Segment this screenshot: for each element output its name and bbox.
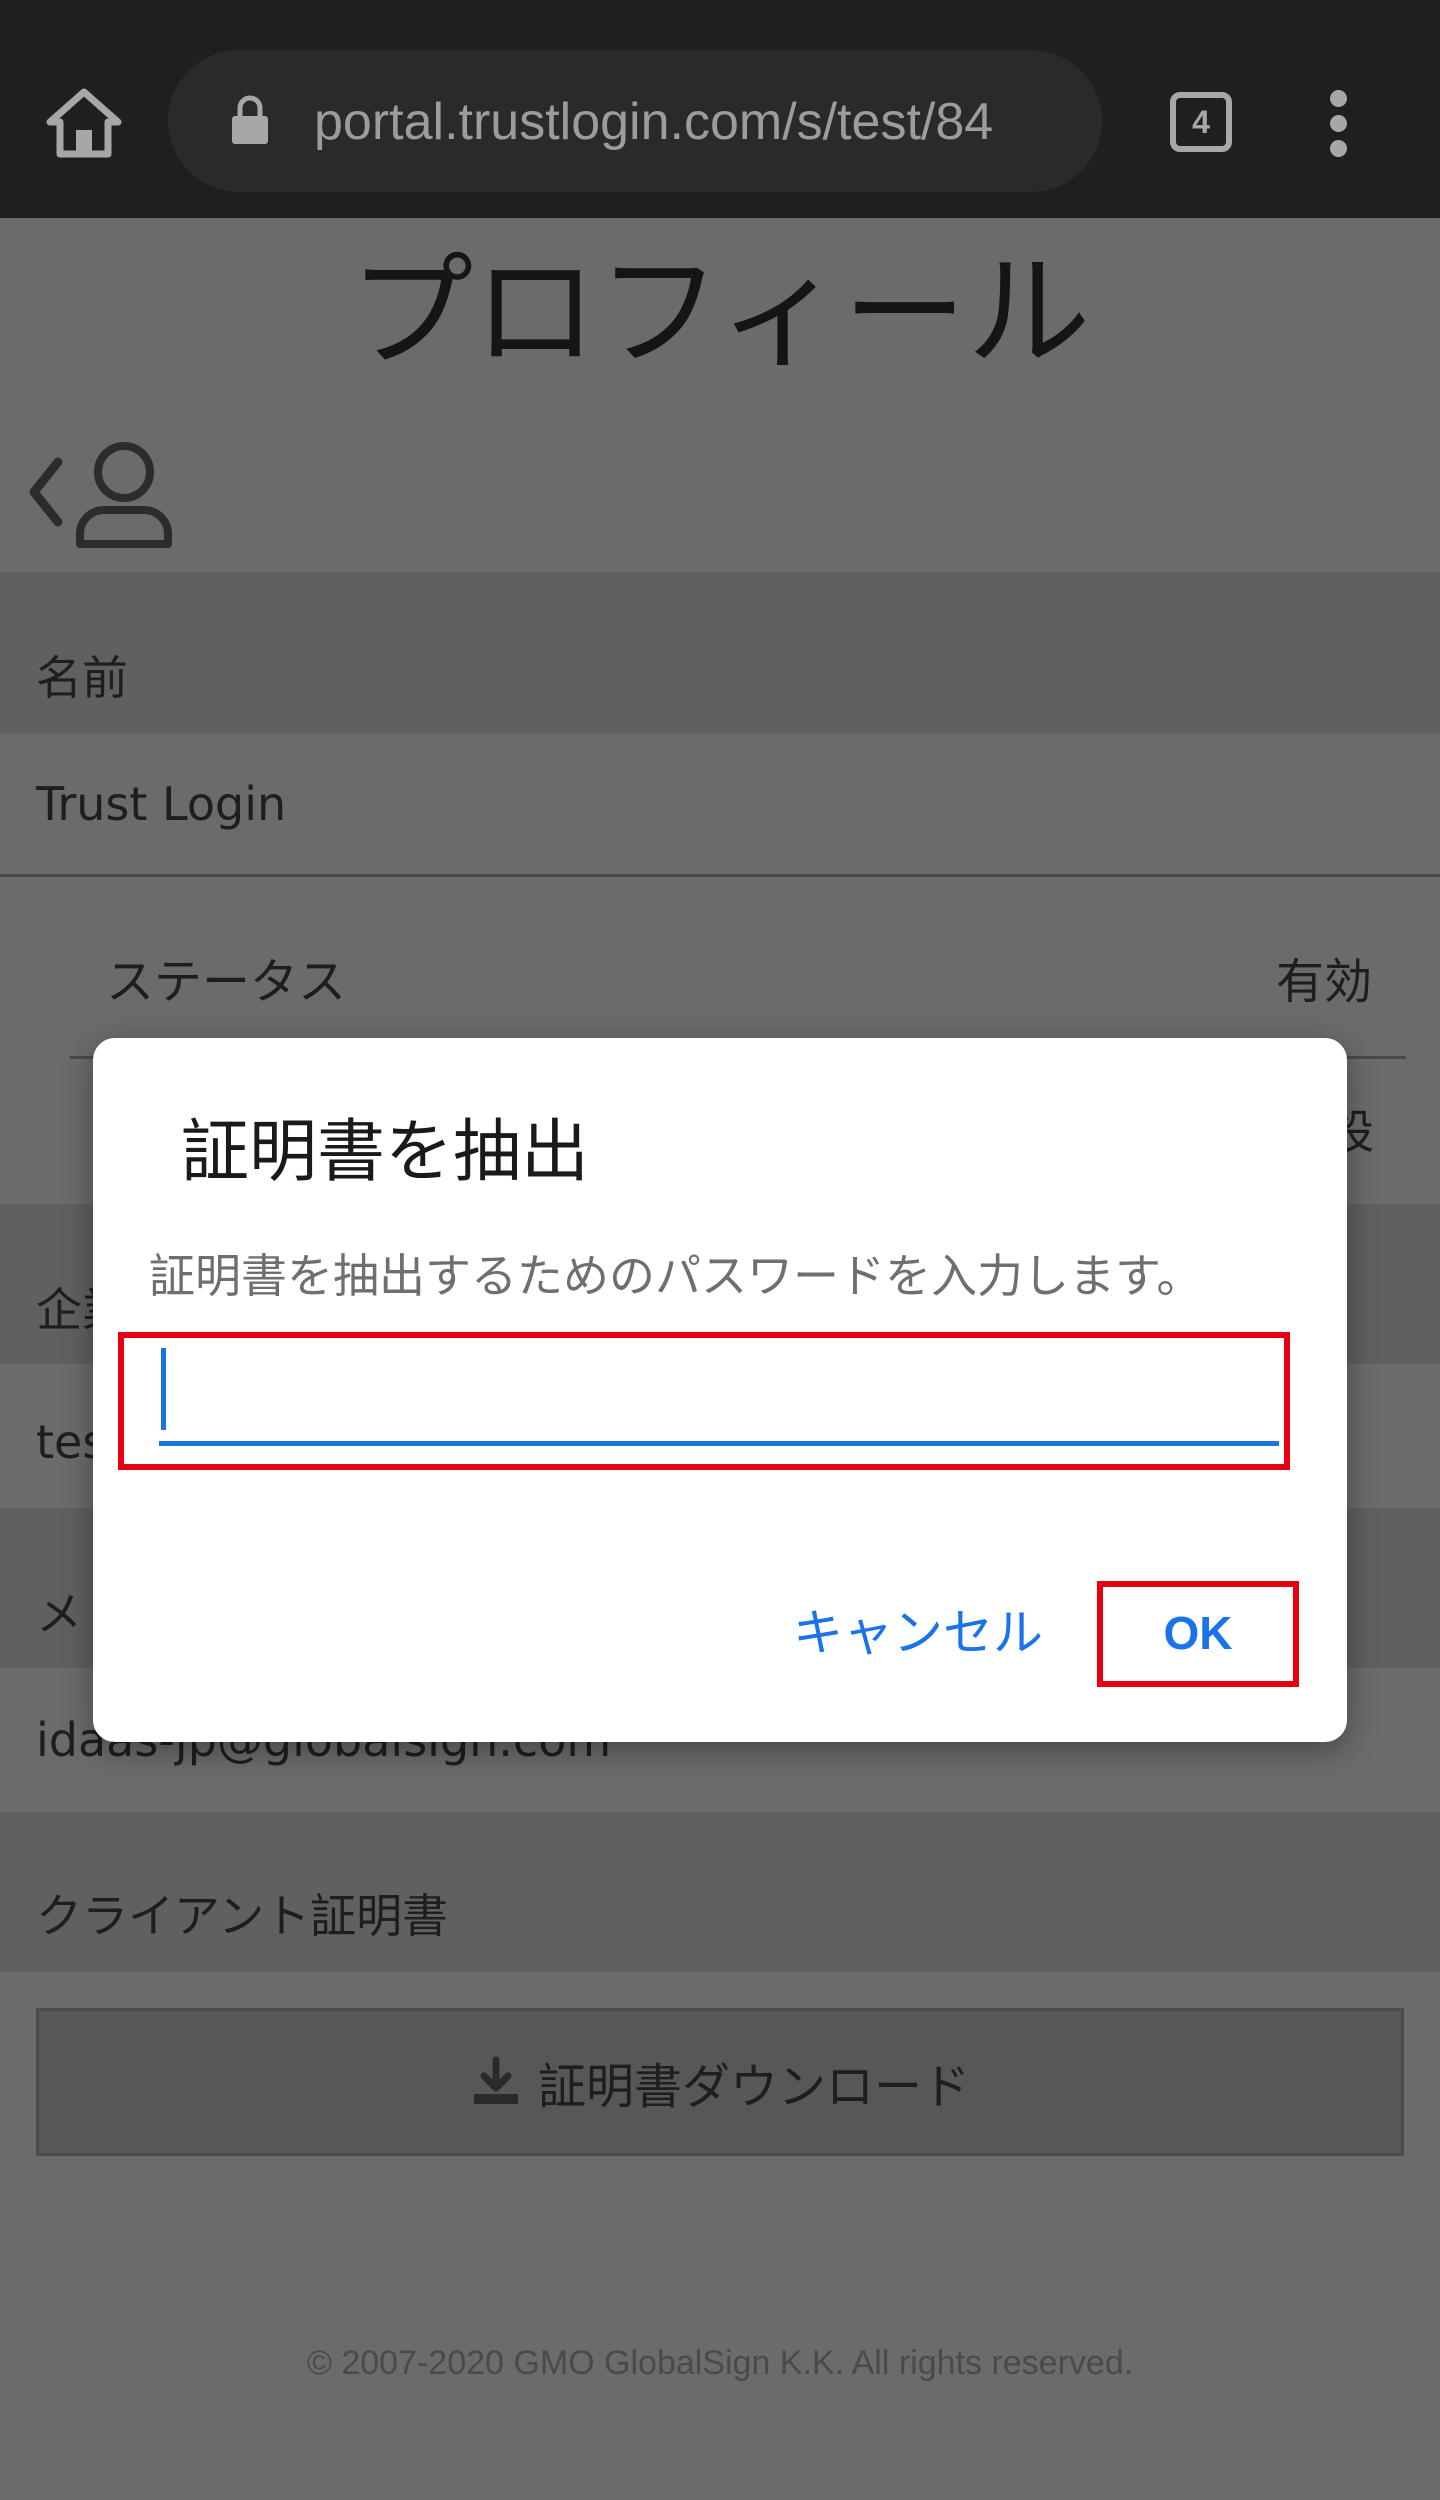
name-header-band [0,572,1440,734]
name-value: Trust Login [36,777,287,831]
dialog-message: 証明書を抽出するためのパスワードを入力します。 [149,1249,1203,1303]
back-to-profile-icon[interactable] [18,440,178,550]
download-icon [473,2056,518,2104]
tab-switcher-button[interactable]: 4 [1170,92,1232,152]
browser-toolbar: portal.trustlogin.com/s/test/84 4 [0,0,1440,218]
status-value: 有効 [1275,954,1372,1010]
footer-copyright: © 2007-2020 GMO GlobalSign K.K. All righ… [306,2344,1134,2382]
status-label: ステータス [106,954,347,1010]
company-value-fragment: tes [36,1415,96,1469]
dialog-title: 証明書を抽出 [181,1113,590,1192]
extract-certificate-dialog: 証明書を抽出 証明書を抽出するためのパスワードを入力します。 キャンセル OK [93,1038,1347,1742]
client-cert-label: クライアント証明書 [36,1889,449,1943]
divider [0,874,1440,877]
company-label-fragment: 企業 [36,1283,96,1337]
email-label-fragment: メ [36,1587,82,1641]
ok-button-highlight [1097,1581,1299,1687]
home-icon[interactable] [46,86,122,162]
address-bar[interactable]: portal.trustlogin.com/s/test/84 [168,50,1102,192]
download-button-label: 証明書ダウンロード [537,2059,970,2115]
name-label: 名前 [36,651,128,705]
certificate-download-button[interactable]: 証明書ダウンロード [36,2008,1404,2156]
url-text: portal.trustlogin.com/s/test/84 [314,94,994,150]
password-input-highlight [118,1332,1290,1470]
lock-icon [232,95,268,144]
more-vert-icon[interactable] [1322,86,1362,160]
page-title: プロフィール [349,241,1091,385]
cancel-button[interactable]: キャンセル [783,1593,1053,1673]
